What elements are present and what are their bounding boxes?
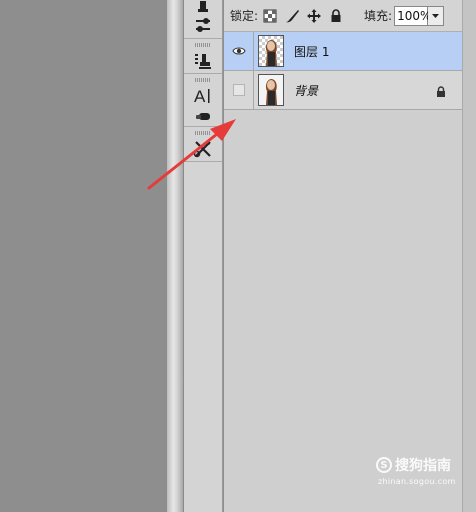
tool-presets-icon[interactable] xyxy=(184,137,222,161)
stamp-icon[interactable] xyxy=(184,0,222,14)
layers-panel: 锁定: 填充: 100% 图层 1 背景 xyxy=(224,0,462,512)
watermark-text: 搜狗指南 xyxy=(395,458,451,474)
lock-image-pixels-icon[interactable] xyxy=(282,6,302,26)
panel-grip[interactable] xyxy=(195,78,211,82)
chevron-down-icon[interactable] xyxy=(428,5,445,26)
lock-position-icon[interactable] xyxy=(304,6,324,26)
watermark-url: zhinan.sogou.com xyxy=(378,477,456,486)
eraser-icon[interactable] xyxy=(184,108,222,126)
eye-icon xyxy=(231,47,246,55)
visibility-toggle[interactable] xyxy=(224,70,254,110)
panel-scrollbar[interactable] xyxy=(462,0,476,512)
layer-name: 图层 1 xyxy=(294,44,330,59)
fill-label: 填充: xyxy=(364,9,393,23)
character-text-icon[interactable]: A xyxy=(184,84,222,108)
clone-source-icon[interactable] xyxy=(184,49,222,73)
fill-opacity-input[interactable]: 100% xyxy=(394,5,431,26)
panel-divider[interactable] xyxy=(167,0,183,512)
tool-group-3: A xyxy=(184,78,222,127)
lock-bar: 锁定: 填充: 100% xyxy=(224,0,462,32)
lock-icon xyxy=(436,83,446,102)
layer-row-layer-1[interactable]: 图层 1 xyxy=(224,31,462,71)
adjustments-icon[interactable] xyxy=(184,14,222,38)
svg-text:A: A xyxy=(194,87,206,105)
layer-thumbnail xyxy=(258,35,284,67)
watermark-title: S 搜狗指南 xyxy=(376,455,456,475)
document-canvas-area xyxy=(0,0,167,512)
collapsed-panels-strip: A xyxy=(183,0,223,512)
layer-name: 背景 xyxy=(294,83,319,98)
sogou-logo-icon: S xyxy=(376,457,392,473)
lock-label: 锁定: xyxy=(230,9,259,23)
layer-thumbnail xyxy=(258,74,284,106)
panel-grip[interactable] xyxy=(195,131,211,135)
lock-all-icon[interactable] xyxy=(326,6,346,26)
lock-transparent-pixels-icon[interactable] xyxy=(260,6,280,26)
layer-row-background[interactable]: 背景 xyxy=(224,70,462,110)
watermark: S 搜狗指南 zhinan.sogou.com xyxy=(376,455,456,486)
hidden-visibility-box xyxy=(232,84,245,96)
tool-group-1 xyxy=(184,0,222,39)
tool-group-2 xyxy=(184,43,222,74)
tool-group-4 xyxy=(184,131,222,162)
panel-grip[interactable] xyxy=(195,43,211,47)
visibility-toggle[interactable] xyxy=(224,31,254,71)
